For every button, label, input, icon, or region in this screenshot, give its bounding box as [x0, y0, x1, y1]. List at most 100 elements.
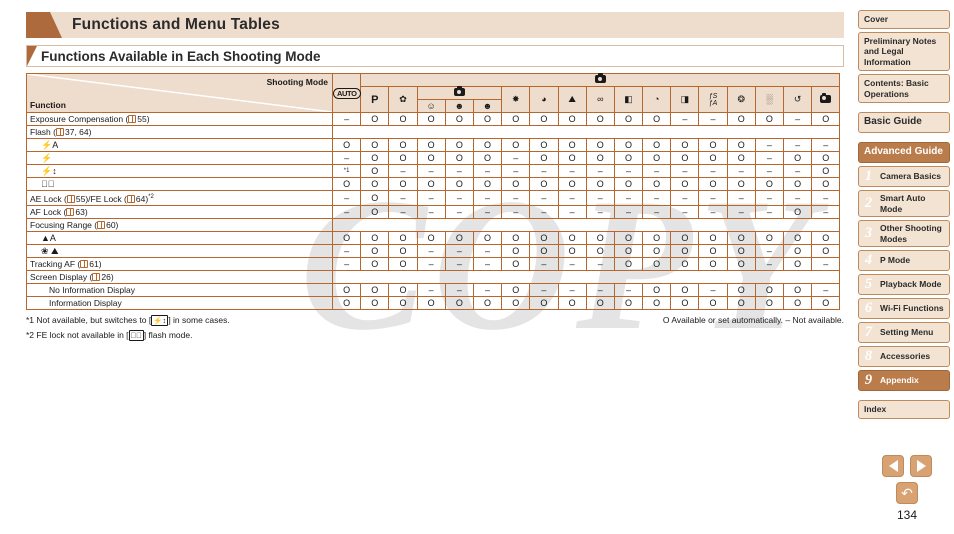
next-page-button[interactable]: [910, 455, 932, 477]
cell-smile: –: [416, 282, 446, 297]
col-group-still-camera: [360, 72, 841, 87]
cell-portrait: O: [388, 243, 418, 258]
cell-superviv: O: [642, 243, 672, 258]
cell-movie: O: [811, 177, 841, 191]
cell-p: O: [360, 164, 390, 178]
sidebar-item-accessories[interactable]: 8 Accessories: [858, 346, 950, 367]
row-label: Tracking AF (61): [26, 256, 333, 271]
cell-fish: O: [698, 243, 728, 258]
cell-fireworks: O: [501, 112, 531, 126]
cell-movie: O: [811, 164, 841, 178]
cell-poster: –: [670, 190, 700, 206]
row-group-spacer: [331, 269, 841, 284]
cell-snow: O: [557, 230, 587, 245]
cell-toy: –: [585, 190, 615, 206]
cell-mono: O: [613, 151, 644, 165]
cell-smile: –: [416, 243, 446, 258]
sidebar-item-smart-auto-mode[interactable]: 2 Smart Auto Mode: [858, 190, 950, 217]
sidebar-item-playback-mode[interactable]: 5 Playback Mode: [858, 274, 950, 295]
cell-lowlight: –: [754, 138, 785, 152]
row-label: ⚡: [26, 151, 333, 165]
cell-mini: –: [726, 164, 756, 178]
page-ref-book-icon: [66, 194, 75, 203]
cell-wink: –: [444, 204, 474, 219]
chapter-tab-block: [26, 12, 50, 38]
cell-poster: O: [670, 177, 700, 191]
row-group-spacer: [331, 125, 841, 139]
back-button-row: ↶: [872, 482, 942, 504]
cell-portrait: O: [388, 177, 418, 191]
sidebar-item-appendix[interactable]: 9 Appendix: [858, 370, 950, 391]
cell-poster: –: [670, 164, 700, 178]
footnote-2-pre: *2 FE lock not available in [: [26, 329, 129, 340]
cell-movie: –: [811, 256, 841, 271]
cell-portrait: O: [388, 295, 418, 310]
cell-p: O: [360, 204, 390, 219]
table-head: Shooting Mode Function AUTO P ✿ ✸ ◕ ⛰ ∞ ◧ ◔ ◨ ƒS ƒ…: [26, 72, 841, 113]
cell-smile: –: [416, 190, 446, 206]
manual-page: COPY Functions and Menu Tables Functions…: [0, 0, 954, 534]
cell-lowlight: O: [754, 177, 785, 191]
sidebar-item-cover[interactable]: Cover: [858, 10, 950, 29]
cell-snow: O: [557, 151, 587, 165]
back-button[interactable]: ↶: [896, 482, 918, 504]
cell-smile: O: [416, 295, 446, 310]
cell-portrait: O: [388, 112, 418, 126]
cell-wink: –: [444, 190, 474, 206]
cell-fish: –: [698, 190, 728, 206]
sidebar-item-preliminary-notes-and-legal-information[interactable]: Preliminary Notes and Legal Information: [858, 31, 950, 71]
sidebar-item-advanced-guide[interactable]: Advanced Guide: [858, 142, 950, 163]
footnotes: *1 Not available, but switches to [⚡↕] i…: [26, 314, 844, 349]
col-head-fish: ƒS ƒA: [698, 86, 728, 113]
page-ref-book-icon: [97, 220, 106, 229]
row-label: AE Lock (55)/FE Lock (64)*2: [26, 190, 333, 206]
sidebar-item-p-mode[interactable]: 4 P Mode: [858, 250, 950, 271]
table-row: Screen Display (26): [26, 269, 841, 284]
cell-mini: O: [726, 151, 756, 165]
cell-lowlight: –: [754, 243, 785, 258]
functions-table: Shooting Mode Function AUTO P ✿ ✸ ◕ ⛰ ∞ ◧ ◔ ◨ ƒS ƒ…: [26, 72, 841, 310]
cell-portrait: O: [388, 230, 418, 245]
flash-off-icon: ⚡⃠: [41, 179, 55, 189]
cell-mono: –: [613, 190, 644, 206]
cell-p: O: [360, 151, 390, 165]
sidebar-item-setting-menu[interactable]: 7 Setting Menu: [858, 322, 950, 343]
cell-fish: –: [698, 164, 728, 178]
sidebar-item-camera-basics[interactable]: 1 Camera Basics: [858, 166, 950, 187]
slow-synchro-icon: ⚡↕: [151, 314, 169, 326]
sidebar-item-index[interactable]: Index: [858, 400, 950, 419]
slow-synchro-icon: ⚡↕: [41, 166, 57, 176]
cell-mini: –: [726, 204, 756, 219]
sidebar-item-label: Preliminary Notes and Legal Information: [864, 35, 937, 67]
table-row: ▲A O O O O O O O O O O O O O O O O O O: [26, 230, 841, 245]
sidebar-item-label: Camera Basics: [880, 171, 941, 182]
cell-mini: O: [726, 230, 756, 245]
cell-smile: O: [416, 112, 446, 126]
cell-auto: –: [331, 151, 362, 165]
row-label: AF Lock (63): [26, 204, 333, 219]
cell-auto: O: [331, 177, 362, 191]
sidebar-item-label: Smart Auto Mode: [880, 193, 926, 214]
cell-night: –: [529, 256, 559, 271]
page-ref-book-icon: [126, 194, 135, 203]
previous-page-button[interactable]: [882, 455, 904, 477]
cell-fish: O: [698, 256, 728, 271]
col-head-movie: [811, 86, 841, 113]
cell-snow: O: [557, 243, 587, 258]
sidebar-item-label: Accessories: [880, 351, 931, 362]
sidebar-item-basic-guide[interactable]: Basic Guide: [858, 112, 950, 133]
cell-night: –: [529, 204, 559, 219]
cell-snow: –: [557, 204, 587, 219]
sidebar-item-number: 2: [864, 195, 873, 211]
sidebar-item-contents-basic-operations[interactable]: Contents: Basic Operations: [858, 74, 950, 103]
page-ref-book-icon: [55, 128, 64, 136]
cell-smile: O: [416, 151, 446, 165]
cell-superviv: O: [642, 151, 672, 165]
sidebar-item-other-shooting-modes[interactable]: 3 Other Shooting Modes: [858, 220, 950, 247]
cell-fish: O: [698, 230, 728, 245]
sidebar-item-wi-fi-functions[interactable]: 6 Wi-Fi Functions: [858, 298, 950, 319]
cell-wink: O: [444, 138, 474, 152]
cell-fireworks: –: [501, 190, 531, 206]
flash-auto-icon: ⚡A: [41, 140, 59, 150]
table-corner-cell: Shooting Mode Function: [26, 73, 333, 113]
